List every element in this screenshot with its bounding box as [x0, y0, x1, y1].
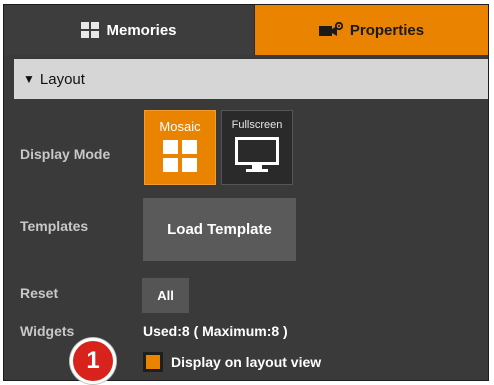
- templates-label: Templates: [20, 218, 89, 234]
- tab-memories[interactable]: Memories: [4, 5, 255, 55]
- mosaic-icon: [163, 140, 197, 177]
- mosaic-label: Mosaic: [159, 119, 201, 134]
- fullscreen-label: Fullscreen: [231, 119, 283, 131]
- reset-all-button[interactable]: All: [142, 278, 189, 313]
- reset-label: Reset: [20, 285, 59, 301]
- grid-icon: [81, 22, 100, 38]
- load-template-button[interactable]: Load Template: [143, 198, 296, 261]
- fullscreen-mode-button[interactable]: Fullscreen: [221, 110, 293, 185]
- tab-memories-label: Memories: [106, 21, 177, 39]
- layout-section-header[interactable]: ▼ Layout: [14, 59, 488, 99]
- widgets-usage: Used:8 ( Maximum:8 ): [143, 323, 288, 339]
- caret-down-icon: ▼: [23, 72, 35, 86]
- display-mode-label: Display Mode: [20, 146, 111, 162]
- properties-panel: Memories Properties ▼ Layout Display Mod…: [3, 4, 489, 381]
- monitor-icon: [235, 137, 279, 178]
- widgets-label: Widgets: [20, 323, 75, 339]
- tab-bar: Memories Properties: [4, 5, 488, 55]
- tab-properties-label: Properties: [349, 21, 425, 39]
- section-title: Layout: [39, 70, 85, 88]
- tab-properties[interactable]: Properties: [255, 5, 488, 55]
- camera-gear-icon: [318, 22, 343, 38]
- display-on-layout-label: Display on layout view: [171, 354, 322, 370]
- mosaic-mode-button[interactable]: Mosaic: [144, 110, 216, 185]
- display-on-layout-checkbox[interactable]: [143, 352, 163, 372]
- callout-badge: 1: [70, 338, 116, 384]
- display-on-layout-row[interactable]: Display on layout view: [143, 351, 321, 373]
